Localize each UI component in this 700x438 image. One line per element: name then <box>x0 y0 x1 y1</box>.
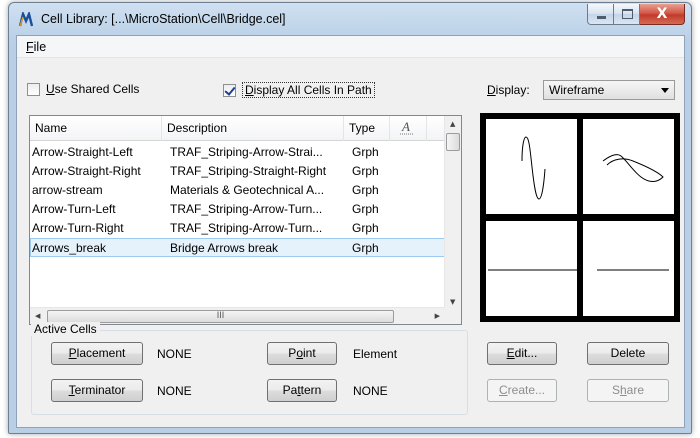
preview-view-top <box>486 119 577 214</box>
point-value: Element <box>353 347 398 361</box>
edit-button[interactable]: Edit... <box>487 342 557 365</box>
display-mode-select[interactable]: Wireframe <box>543 80 675 100</box>
display-all-cells-label: Display All Cells In Path <box>242 82 375 98</box>
column-header-name[interactable]: Name <box>30 116 162 141</box>
list-vertical-scrollbar[interactable]: ▲ ▼ <box>444 116 461 309</box>
display-all-cells-checkbox[interactable]: Display All Cells In Path <box>223 82 375 98</box>
preview-view-iso <box>583 119 674 214</box>
microstation-app-icon <box>18 12 34 27</box>
use-shared-cells-box[interactable] <box>27 82 40 96</box>
preview-view-right <box>583 221 674 316</box>
table-row[interactable]: arrow-stream Materials & Geotechnical A.… <box>30 181 445 200</box>
column-header-type[interactable]: Type <box>344 116 390 141</box>
cell-preview <box>480 113 680 322</box>
scroll-right-icon[interactable]: ▶ <box>435 312 440 320</box>
display-mode-value: Wireframe <box>549 83 605 97</box>
table-row[interactable]: Arrow-Turn-Left TRAF_Striping-Arrow-Turn… <box>30 200 445 219</box>
column-header-description[interactable]: Description <box>162 116 344 141</box>
create-button[interactable]: Create... <box>487 379 557 402</box>
scrollbar-corner <box>444 307 461 324</box>
use-shared-cells-label: Use Shared Cells <box>46 82 140 96</box>
svg-text:A: A <box>401 119 410 134</box>
display-mode-label: Display: <box>487 83 530 97</box>
vertical-scroll-thumb[interactable] <box>446 133 460 151</box>
scroll-up-icon[interactable]: ▲ <box>450 120 455 128</box>
scroll-left-icon[interactable]: ◀ <box>35 312 40 320</box>
menu-bar: File <box>17 36 684 58</box>
placement-value: NONE <box>157 347 192 361</box>
terminator-button[interactable]: Terminator <box>51 379 143 402</box>
dialog-client: File Use Shared Cells Display All Cells … <box>16 35 685 428</box>
maximize-button[interactable] <box>614 4 640 25</box>
column-header-text-icon[interactable]: A <box>390 116 427 141</box>
delete-button[interactable]: Delete <box>587 342 669 365</box>
terminator-value: NONE <box>157 384 192 398</box>
text-cell-icon: A <box>400 119 414 135</box>
pattern-button[interactable]: Pattern <box>267 379 337 402</box>
share-button[interactable]: Share <box>587 379 669 402</box>
table-row[interactable]: Arrow-Straight-Right TRAF_Striping-Strai… <box>30 162 445 181</box>
menu-file[interactable]: File <box>23 39 49 55</box>
close-button[interactable]: X <box>640 4 685 25</box>
window-title: Cell Library: [...\MicroStation\Cell\Bri… <box>41 12 286 26</box>
table-row[interactable]: Arrow-Turn-Right TRAF_Striping-Arrow-Tur… <box>30 219 445 238</box>
title-bar[interactable]: Cell Library: [...\MicroStation\Cell\Bri… <box>9 3 691 35</box>
scroll-down-icon[interactable]: ▼ <box>450 298 455 306</box>
list-header: Name Description Type A <box>30 116 445 141</box>
pattern-value: NONE <box>353 384 388 398</box>
active-cells-label: Active Cells <box>31 322 100 336</box>
placement-button[interactable]: Placement <box>51 342 143 365</box>
display-all-cells-box[interactable] <box>223 83 236 97</box>
caption-buttons: X <box>587 4 685 25</box>
chevron-down-icon <box>661 88 669 93</box>
preview-view-front <box>486 221 577 316</box>
cell-list[interactable]: Name Description Type A Arrow-Straight-L… <box>29 115 462 325</box>
point-button[interactable]: Point <box>267 342 337 365</box>
use-shared-cells-checkbox[interactable]: Use Shared Cells <box>27 82 139 96</box>
table-row-selected[interactable]: Arrows_break Bridge Arrows break Grph <box>30 238 445 257</box>
cell-library-window: Cell Library: [...\MicroStation\Cell\Bri… <box>8 2 692 434</box>
close-icon: X <box>656 6 668 22</box>
list-rows: Arrow-Straight-Left TRAF_Striping-Arrow-… <box>30 143 445 257</box>
table-row[interactable]: Arrow-Straight-Left TRAF_Striping-Arrow-… <box>30 143 445 162</box>
minimize-button[interactable] <box>587 4 614 25</box>
